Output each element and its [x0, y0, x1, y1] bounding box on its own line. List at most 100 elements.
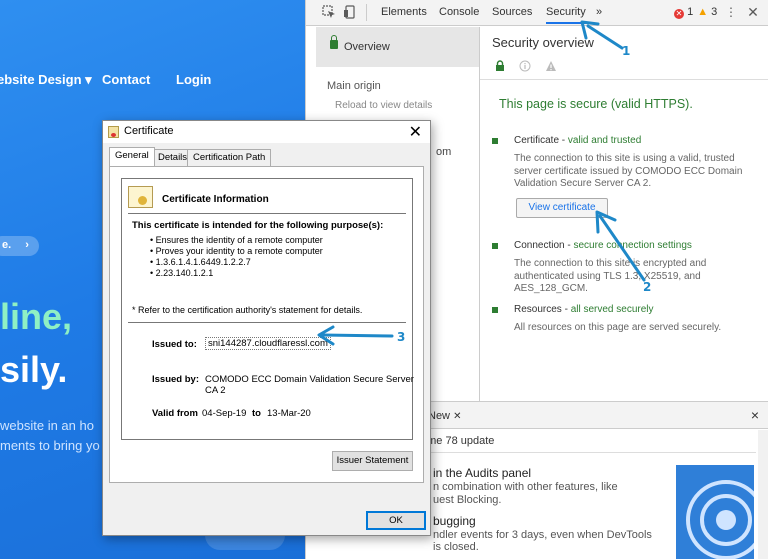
- certificate-icon: [108, 126, 119, 138]
- site-headline-2: sily.: [0, 349, 68, 390]
- drawer-text-4: is closed.: [433, 541, 479, 553]
- tab-whats-new[interactable]: New ✕: [428, 410, 461, 422]
- drawer-scrollbar[interactable]: [758, 430, 768, 559]
- feature-illustration: [676, 465, 754, 559]
- lock-icon: [495, 60, 505, 75]
- resources-description: All resources on this page are served se…: [514, 322, 722, 333]
- valid-from-label: Valid from: [152, 408, 198, 419]
- device-toolbar-icon[interactable]: [343, 5, 357, 19]
- info-icon: [519, 60, 531, 75]
- valid-to-value: 13-Mar-20: [267, 408, 311, 419]
- divider: [128, 322, 406, 323]
- security-state-icons: [492, 57, 762, 79]
- status-dot-icon: [492, 243, 498, 249]
- drawer-text-3: ndler events for 3 days, even when DevTo…: [433, 529, 652, 541]
- drawer-text-2: uest Blocking.: [433, 494, 502, 506]
- page-title: Security overview: [492, 35, 594, 50]
- tab-security[interactable]: Security: [546, 6, 586, 24]
- site-pill-link[interactable]: e. ›: [0, 236, 39, 256]
- error-warning-counter[interactable]: ✕ 1 ▲ 3: [674, 6, 717, 19]
- purpose-item: • Proves your identity to a remote compu…: [150, 246, 323, 256]
- divider: [421, 452, 756, 453]
- dialog-title: Certificate: [124, 125, 174, 137]
- certificate-icon: [128, 186, 153, 208]
- certificate-info-title: Certificate Information: [162, 194, 269, 205]
- certificate-status: valid and trusted: [567, 135, 642, 146]
- refer-note: * Refer to the certification authority's…: [132, 305, 363, 315]
- issued-by-value-line-2: CA 2: [205, 385, 226, 396]
- connection-heading: Connection -: [514, 240, 574, 251]
- close-tab-icon[interactable]: ✕: [453, 411, 461, 422]
- error-icon: ✕: [674, 9, 684, 19]
- annotation-number-1: 1: [622, 44, 631, 58]
- purpose-item: • 2.23.140.1.2.1: [150, 268, 214, 278]
- chevron-right-icon: ›: [25, 239, 29, 251]
- connection-status: secure connection settings: [573, 240, 692, 251]
- resources-heading: Resources -: [514, 304, 571, 315]
- close-devtools-icon[interactable]: ✕: [746, 5, 760, 19]
- security-overview-panel: Security overview This page is secure (v…: [479, 27, 768, 401]
- view-certificate-button[interactable]: View certificate: [516, 198, 608, 218]
- divider: [128, 213, 406, 214]
- annotation-number-2: 2: [643, 280, 652, 294]
- certificate-dialog: Certificate ✕ General Details Certificat…: [102, 120, 431, 536]
- issued-by-value-line-1: COMODO ECC Domain Validation Secure Serv…: [205, 374, 414, 385]
- tab-sources[interactable]: Sources: [492, 6, 532, 18]
- issuer-statement-button[interactable]: Issuer Statement: [332, 451, 413, 471]
- issued-by-label: Issued by:: [152, 374, 199, 385]
- close-icon[interactable]: ✕: [409, 122, 422, 142]
- resources-status: all served securely: [570, 304, 654, 315]
- drawer-heading-1[interactable]: in the Audits panel: [433, 466, 531, 480]
- status-dot-icon: [492, 138, 498, 144]
- site-headline-1: line,: [0, 296, 73, 337]
- nav-contact[interactable]: Contact: [102, 72, 150, 87]
- inspect-element-icon[interactable]: [322, 5, 336, 19]
- sidebar-item-overview[interactable]: Overview: [316, 27, 479, 67]
- certificate-info-box: Certificate Information This certificate…: [121, 178, 414, 440]
- site-pill-label: e.: [2, 239, 12, 251]
- ok-button[interactable]: OK: [366, 511, 426, 530]
- valid-to-label: to: [252, 408, 261, 419]
- certificate-description: The connection to this site is using a v…: [514, 153, 743, 189]
- sidebar-main-origin: Main origin: [327, 80, 381, 92]
- sidebar-reload-hint: Reload to view details: [335, 100, 433, 111]
- nav-login[interactable]: Login: [176, 72, 211, 87]
- close-drawer-icon[interactable]: ×: [751, 407, 759, 423]
- lock-icon: [330, 35, 338, 49]
- warning-count: 3: [711, 6, 718, 18]
- devtools-toolbar: Elements Console Sources Security » ✕ 1 ▲…: [306, 0, 768, 26]
- connection-description: The connection to this site is encrypted…: [514, 258, 707, 294]
- purpose-heading: This certificate is intended for the fol…: [132, 220, 384, 231]
- more-tabs-icon[interactable]: »: [596, 6, 602, 18]
- site-body-line-1: website in an ho: [0, 418, 94, 433]
- tab-elements[interactable]: Elements: [381, 6, 427, 18]
- drawer-update-title: ome 78 update: [421, 435, 495, 447]
- sidebar-item-label: Overview: [344, 41, 390, 53]
- tab-console[interactable]: Console: [439, 6, 479, 18]
- annotation-number-3: 3: [397, 330, 406, 344]
- tab-certification-path[interactable]: Certification Path: [187, 149, 272, 166]
- status-dot-icon: [492, 307, 498, 313]
- purpose-item: • Ensures the identity of a remote compu…: [150, 235, 323, 245]
- site-body-line-2: ments to bring yo: [0, 438, 100, 453]
- issued-to-value[interactable]: sni144287.cloudflaressl.com: [205, 337, 331, 350]
- purpose-item: • 1.3.6.1.4.1.6449.1.2.2.7: [150, 257, 251, 267]
- error-count: 1: [687, 6, 694, 18]
- valid-from-value: 04-Sep-19: [202, 408, 247, 419]
- dialog-titlebar[interactable]: Certificate ✕: [103, 121, 430, 143]
- issued-to-label: Issued to:: [152, 339, 197, 350]
- general-tab-panel: Certificate Information This certificate…: [109, 166, 424, 483]
- drawer-text-1: n combination with other features, like: [433, 481, 618, 493]
- nav-website-design[interactable]: ebsite Design ▾: [0, 72, 92, 88]
- warning-icon: [545, 60, 557, 75]
- tab-general[interactable]: General: [109, 147, 155, 166]
- issued-to-text: sni144287.cloudflaressl.com: [205, 337, 331, 350]
- divider: [480, 79, 768, 80]
- sidebar-partial-text: om: [436, 146, 452, 158]
- toolbar-divider: [366, 4, 367, 21]
- drawer-heading-2[interactable]: bugging: [433, 514, 476, 528]
- kebab-menu-icon[interactable]: ⋮: [724, 5, 738, 19]
- secure-message: This page is secure (valid HTTPS).: [499, 97, 693, 111]
- warning-icon: ▲: [697, 6, 709, 18]
- drawer-tab-label: New: [428, 410, 451, 422]
